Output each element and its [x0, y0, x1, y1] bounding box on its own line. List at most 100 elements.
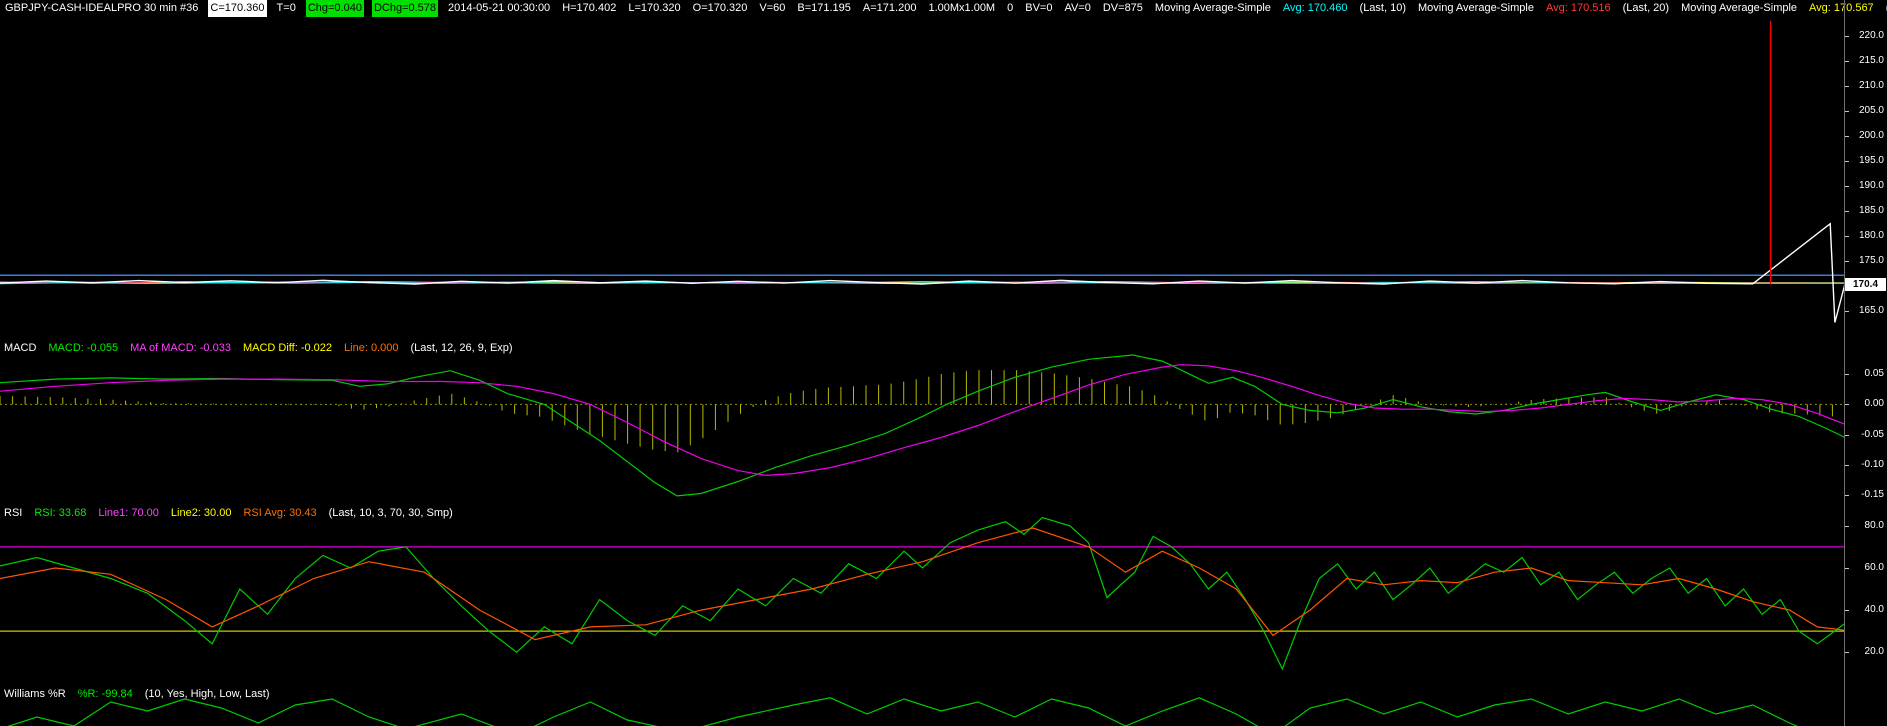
indicator-value: MACD: -0.055	[48, 342, 119, 354]
tick-label: 60.0	[1864, 562, 1884, 573]
tick-label: 165.0	[1858, 304, 1884, 316]
tick-mark	[1845, 85, 1849, 87]
price-plot[interactable]	[0, 17, 1845, 337]
tick-label: 0.00	[1864, 398, 1884, 410]
tick-label: 0.05	[1864, 368, 1884, 380]
tick-label: 80.0	[1864, 519, 1884, 531]
macd-series-ma-of-macd	[0, 364, 1845, 477]
macd-plot[interactable]	[0, 337, 1845, 506]
scale-tick: 60.0	[1845, 562, 1886, 574]
scale-tick: 0.00	[1845, 398, 1886, 410]
scale-tick: 175.0	[1845, 255, 1886, 267]
scale-tick: 210.0	[1845, 80, 1886, 92]
status-item: (Last, 20)	[1622, 2, 1670, 14]
rsi-plot[interactable]	[0, 506, 1845, 681]
tick-mark	[1845, 110, 1849, 112]
value-scale-column[interactable]: 170.4 220.0 215.0 210.0 205.0 200.0 195.0 190.…	[1844, 0, 1887, 726]
scale-tick: 0.05	[1845, 368, 1886, 380]
chart-window: GBPJPY-CASH-IDEALPRO 30 min #36 C=170.360…	[0, 0, 1887, 726]
rsi-series-rsi-avg	[0, 527, 1845, 641]
status-item: A=171.200	[862, 2, 917, 14]
indicator-value: (10, Yes, High, Low, Last)	[144, 688, 270, 700]
scale-tick: 215.0	[1845, 55, 1886, 67]
last-price-tag: 170.4	[1845, 277, 1886, 291]
indicator-value: RSI: 33.68	[34, 507, 87, 519]
tick-label: 200.0	[1858, 129, 1884, 141]
tick-mark	[1845, 235, 1849, 237]
status-item: Chg=0.040	[305, 0, 364, 17]
status-item: C=170.360	[208, 0, 267, 17]
status-item: Avg: 170.460	[1282, 2, 1348, 14]
status-item: DV=875	[1102, 2, 1143, 14]
macd-series-macd	[0, 354, 1845, 497]
scale-tick: 205.0	[1845, 105, 1886, 117]
status-item: H=170.402	[562, 2, 617, 14]
indicator-value: (Last, 10, 3, 70, 30, Smp)	[328, 507, 453, 519]
tick-label: 210.0	[1858, 79, 1884, 91]
status-item: L=170.320	[628, 2, 681, 14]
tick-label: 40.0	[1864, 604, 1884, 616]
status-item: GBPJPY-CASH-IDEALPRO 30 min #36	[5, 2, 199, 14]
tick-label: 205.0	[1858, 104, 1884, 116]
tick-label: 190.0	[1858, 179, 1884, 191]
scale-tick: 40.0	[1845, 604, 1886, 616]
scale-tick: 20.0	[1845, 646, 1886, 658]
scale-tick: 80.0	[1845, 520, 1886, 532]
indicator-value: (Last, 12, 26, 9, Exp)	[410, 342, 513, 354]
status-item: 2014-05-21 00:30:00	[448, 2, 551, 14]
williams-label-row: Williams %R %R: -99.84 (10, Yes, High, Low…	[4, 688, 270, 701]
status-item: Avg: 170.516	[1545, 2, 1611, 14]
tick-mark	[1845, 464, 1849, 466]
tick-mark	[1845, 568, 1849, 569]
tick-mark	[1845, 610, 1849, 612]
williams-series-percent-r	[7, 697, 1799, 726]
tick-mark	[1845, 374, 1849, 376]
macd-histogram	[0, 370, 1845, 453]
price-series-last	[0, 222, 1845, 323]
tick-label: 220.0	[1858, 30, 1884, 41]
status-item: B=171.195	[797, 2, 851, 14]
indicator-value: RSI	[4, 507, 23, 519]
tick-label: 185.0	[1858, 204, 1884, 216]
scale-tick: 220.0	[1845, 30, 1886, 42]
indicator-value: Line1: 70.00	[98, 507, 159, 519]
status-item: Moving Average-Simple	[1418, 2, 1534, 14]
status-item: V=60	[759, 2, 786, 14]
tick-mark	[1845, 652, 1849, 654]
scale-tick: 165.0	[1845, 305, 1886, 317]
status-item: 1.00Mx1.00M	[928, 2, 996, 14]
tick-mark	[1845, 60, 1849, 62]
tick-label: 20.0	[1864, 646, 1884, 658]
tick-mark	[1845, 160, 1849, 162]
scale-tick: -0.15	[1845, 489, 1886, 501]
status-item: BV=0	[1025, 2, 1053, 14]
scale-tick: 195.0	[1845, 155, 1886, 167]
tick-label: -0.05	[1861, 428, 1884, 440]
indicator-value: Line2: 30.00	[170, 507, 232, 519]
tick-mark	[1845, 494, 1849, 496]
status-item: AV=0	[1064, 2, 1091, 14]
tick-mark	[1845, 310, 1849, 312]
indicator-value: Williams %R	[4, 688, 66, 700]
status-item: 0	[1007, 2, 1014, 14]
tick-mark	[1845, 404, 1849, 406]
tick-mark	[1845, 135, 1849, 137]
rsi-label-row: RSI RSI: 33.68 Line1: 70.00 Line2: 30.00 RSI…	[4, 507, 453, 520]
indicator-value: MA of MACD: -0.033	[130, 342, 231, 354]
indicator-value: Line: 0.000	[344, 342, 399, 354]
scale-tick: 185.0	[1845, 205, 1886, 217]
tick-mark	[1845, 185, 1849, 187]
status-item: (Last, 10)	[1359, 2, 1406, 14]
tick-mark	[1845, 36, 1849, 37]
scale-tick: -0.05	[1845, 429, 1886, 441]
status-item: Moving Average-Simple	[1154, 2, 1271, 14]
scale-tick: 200.0	[1845, 130, 1886, 142]
status-item: Moving Average-Simple	[1681, 2, 1798, 14]
indicator-value: %R: -99.84	[77, 688, 133, 700]
tick-mark	[1845, 525, 1849, 527]
scale-tick: 180.0	[1845, 230, 1886, 242]
tick-label: -0.10	[1861, 458, 1884, 470]
tick-label: -0.15	[1861, 488, 1884, 500]
indicator-value: RSI Avg: 30.43	[243, 507, 317, 519]
williams-plot[interactable]	[0, 681, 1845, 726]
